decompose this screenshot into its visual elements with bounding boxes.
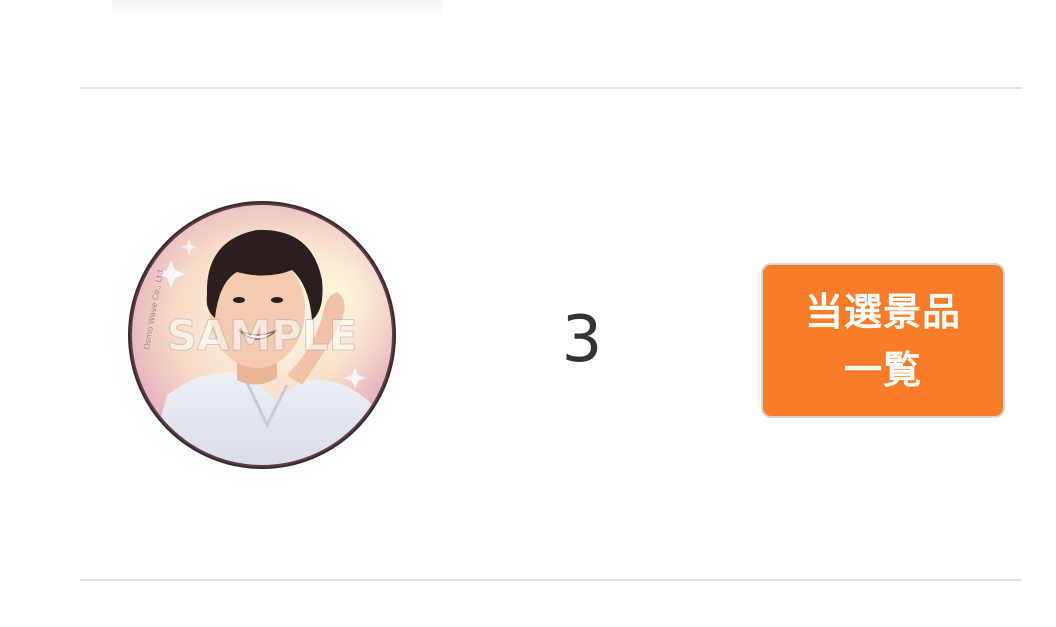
prize-count: 3 (561, 303, 603, 377)
can-badge-image: SAMPLE Osmo Wave Co., Ltd. (128, 201, 396, 469)
previous-row-fade (112, 0, 442, 18)
prize-row: SAMPLE Osmo Wave Co., Ltd. 3 当選景品 一覧 (80, 90, 1022, 578)
button-label-line2: 一覧 (843, 347, 922, 392)
winning-prize-list-button[interactable]: 当選景品 一覧 (761, 263, 1005, 418)
sample-watermark: SAMPLE (167, 311, 358, 360)
badge-image-area: SAMPLE Osmo Wave Co., Ltd. (94, 170, 424, 500)
row-divider-bottom (80, 579, 1022, 581)
row-divider-top (80, 87, 1022, 89)
prize-list-page: SAMPLE Osmo Wave Co., Ltd. 3 当選景品 一覧 (0, 0, 1056, 627)
button-label-line1: 当選景品 (804, 289, 961, 334)
